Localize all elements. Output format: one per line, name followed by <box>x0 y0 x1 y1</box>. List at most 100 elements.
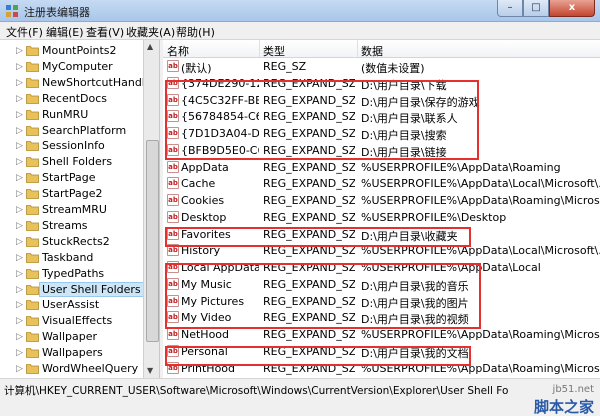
value-row[interactable]: ab Personal REG_EXPAND_SZ D:\用户目录\我的文档 <box>163 343 600 360</box>
value-type: REG_EXPAND_SZ <box>263 76 355 90</box>
value-row[interactable]: ab History REG_EXPAND_SZ %USERPROFILE%\AppD… <box>163 242 600 259</box>
scroll-up-arrow-icon[interactable]: ▲ <box>147 42 153 51</box>
expand-arrow-icon[interactable]: ▷ <box>16 189 23 199</box>
maximize-button[interactable]: □ <box>523 0 549 17</box>
string-value-icon: ab <box>167 261 179 273</box>
value-row[interactable]: ab{4C5C32FF-BB... REG_EXPAND_SZ D:\用户目录\保存… <box>163 92 600 109</box>
value-name: AppData <box>181 160 229 174</box>
tree-item[interactable]: ▷ User Shell Folders <box>0 281 143 298</box>
tree-item[interactable]: ▷ Streams <box>0 218 143 234</box>
value-row[interactable]: ab Favorites REG_EXPAND_SZ D:\用户目录\收藏夹 <box>163 226 600 243</box>
tree-item[interactable]: ▷ Taskband <box>0 250 143 266</box>
expand-arrow-icon[interactable]: ▷ <box>16 126 23 136</box>
menu-help[interactable]: 帮助(H) <box>176 24 215 40</box>
value-data: %USERPROFILE%\AppData\Local <box>361 261 541 274</box>
folder-icon <box>26 173 39 184</box>
menu-file[interactable]: 文件(F) <box>6 24 43 40</box>
value-row[interactable]: ab My Music REG_EXPAND_SZ D:\用户目录\我的音乐 <box>163 276 600 293</box>
expand-arrow-icon[interactable]: ▷ <box>16 94 23 104</box>
tree-item[interactable]: ▷ WordWheelQuery <box>0 361 143 377</box>
tree-item[interactable]: ▷ VisualEffects <box>0 313 143 329</box>
tree-item[interactable]: ▷ RunMRU <box>0 107 143 123</box>
expand-arrow-icon[interactable]: ▷ <box>16 316 23 326</box>
tree-item[interactable]: ▷ Wallpapers <box>0 345 143 361</box>
value-data: %USERPROFILE%\AppData\Roaming\Microso... <box>361 328 600 341</box>
value-name: {4C5C32FF-BB... <box>181 93 259 107</box>
column-data[interactable]: 数据 <box>361 43 383 59</box>
tree-item[interactable]: ▷ TypedPaths <box>0 266 143 282</box>
column-type[interactable]: 类型 <box>263 43 285 59</box>
tree-item[interactable]: ▷ StuckRects2 <box>0 234 143 250</box>
folder-icon <box>26 93 39 104</box>
value-row[interactable]: ab My Pictures REG_EXPAND_SZ D:\用户目录\我的图片 <box>163 293 600 310</box>
value-row[interactable]: ab{374DE290-12... REG_EXPAND_SZ D:\用户目录\下载 <box>163 75 600 92</box>
value-row[interactable]: ab PrintHood REG_EXPAND_SZ %USERPROFILE%\Ap… <box>163 360 600 377</box>
tree-scrollbar[interactable]: ▲ ▼ <box>143 40 159 378</box>
column-divider[interactable] <box>259 40 260 57</box>
tree-item[interactable]: ▷ UserAssist <box>0 297 143 313</box>
value-row[interactable]: ab Local AppData REG_EXPAND_SZ %USERPROFILE… <box>163 259 600 276</box>
tree-item[interactable]: ▷ StreamMRU <box>0 202 143 218</box>
tree-item-label: TypedPaths <box>42 266 105 280</box>
value-name: My Music <box>181 277 232 291</box>
expand-arrow-icon[interactable]: ▷ <box>16 205 23 215</box>
expand-arrow-icon[interactable]: ▷ <box>16 78 23 88</box>
value-data: %USERPROFILE%\AppData\Roaming\Microso... <box>361 361 600 375</box>
tree-item[interactable]: ▷ MountPoints2 <box>0 43 143 59</box>
tree-item[interactable]: ▷ StartPage <box>0 170 143 186</box>
expand-arrow-icon[interactable]: ▷ <box>16 364 23 374</box>
expand-arrow-icon[interactable]: ▷ <box>16 253 23 263</box>
expand-arrow-icon[interactable]: ▷ <box>16 285 23 295</box>
value-row[interactable]: ab{7D1D3A04-DE... REG_EXPAND_SZ D:\用户目录\搜索 <box>163 125 600 142</box>
column-name[interactable]: 名称 <box>167 43 189 59</box>
tree-item[interactable]: ▷ SessionInfo <box>0 138 143 154</box>
string-value-icon: ab <box>167 194 179 206</box>
tree-item[interactable]: ▷ MyComputer <box>0 59 143 75</box>
tree-item[interactable]: ▷ SearchPlatform <box>0 123 143 139</box>
registry-editor-icon <box>6 5 18 17</box>
tree-scroll-thumb[interactable] <box>146 140 159 342</box>
folder-icon <box>26 109 39 120</box>
expand-arrow-icon[interactable]: ▷ <box>16 300 23 310</box>
expand-arrow-icon[interactable]: ▷ <box>16 157 23 167</box>
tree-item-label: SearchPlatform <box>42 123 127 137</box>
menu-favorites[interactable]: 收藏夹(A) <box>126 24 175 40</box>
tree-item[interactable]: ▷ StartPage2 <box>0 186 143 202</box>
expand-arrow-icon[interactable]: ▷ <box>16 141 23 151</box>
close-button[interactable]: x <box>549 0 595 17</box>
value-row[interactable]: ab NetHood REG_EXPAND_SZ %USERPROFILE%\AppD… <box>163 326 600 343</box>
value-row[interactable]: ab Desktop REG_EXPAND_SZ %USERPROFILE%\Desk… <box>163 209 600 226</box>
value-row[interactable]: ab AppData REG_EXPAND_SZ %USERPROFILE%\AppD… <box>163 159 600 176</box>
tree-item[interactable]: ▷ Wallpaper <box>0 329 143 345</box>
value-data: D:\用户目录\联系人 <box>361 112 458 126</box>
value-row[interactable]: ab Cache REG_EXPAND_SZ %USERPROFILE%\AppDat… <box>163 175 600 192</box>
menu-view[interactable]: 查看(V) <box>86 24 124 40</box>
minimize-button[interactable]: – <box>497 0 523 17</box>
value-row[interactable]: ab (默认) REG_SZ (数值未设置) <box>163 58 600 75</box>
tree-item[interactable]: ▷ NewShortcutHandlers <box>0 75 143 91</box>
tree-item[interactable]: ▷ RecentDocs <box>0 91 143 107</box>
tree-item-label: UserAssist <box>42 298 100 312</box>
value-row[interactable]: ab{BFB9D5E0-C6... REG_EXPAND_SZ D:\用户目录\链接 <box>163 142 600 159</box>
expand-arrow-icon[interactable]: ▷ <box>16 221 23 231</box>
expand-arrow-icon[interactable]: ▷ <box>16 62 23 72</box>
column-divider[interactable] <box>357 40 358 57</box>
value-list[interactable]: ab(默认)REG_SZ(数值未设置)ab{374DE290-12...REG_… <box>163 58 600 378</box>
value-row[interactable]: ab My Video REG_EXPAND_SZ D:\用户目录\我的视频 <box>163 309 600 326</box>
value-row[interactable]: ab Cookies REG_EXPAND_SZ %USERPROFILE%\AppD… <box>163 192 600 209</box>
value-name: Favorites <box>181 227 231 241</box>
scroll-down-arrow-icon[interactable]: ▼ <box>147 366 153 375</box>
expand-arrow-icon[interactable]: ▷ <box>16 110 23 120</box>
expand-arrow-icon[interactable]: ▷ <box>16 237 23 247</box>
menu-edit[interactable]: 编辑(E) <box>46 24 84 40</box>
expand-arrow-icon[interactable]: ▷ <box>16 173 23 183</box>
value-name: Local AppData <box>181 261 259 274</box>
value-row[interactable]: ab{56784854-C6... REG_EXPAND_SZ D:\用户目录\联系… <box>163 108 600 125</box>
expand-arrow-icon[interactable]: ▷ <box>16 46 23 56</box>
key-tree[interactable]: ▷ MountPoints2 ▷ MyComputer ▷ NewShortcutHand… <box>0 40 143 378</box>
expand-arrow-icon[interactable]: ▷ <box>16 332 23 342</box>
tree-item[interactable]: ▷ Shell Folders <box>0 154 143 170</box>
expand-arrow-icon[interactable]: ▷ <box>16 269 23 279</box>
expand-arrow-icon[interactable]: ▷ <box>16 348 23 358</box>
tree-item-label: StuckRects2 <box>42 234 110 248</box>
